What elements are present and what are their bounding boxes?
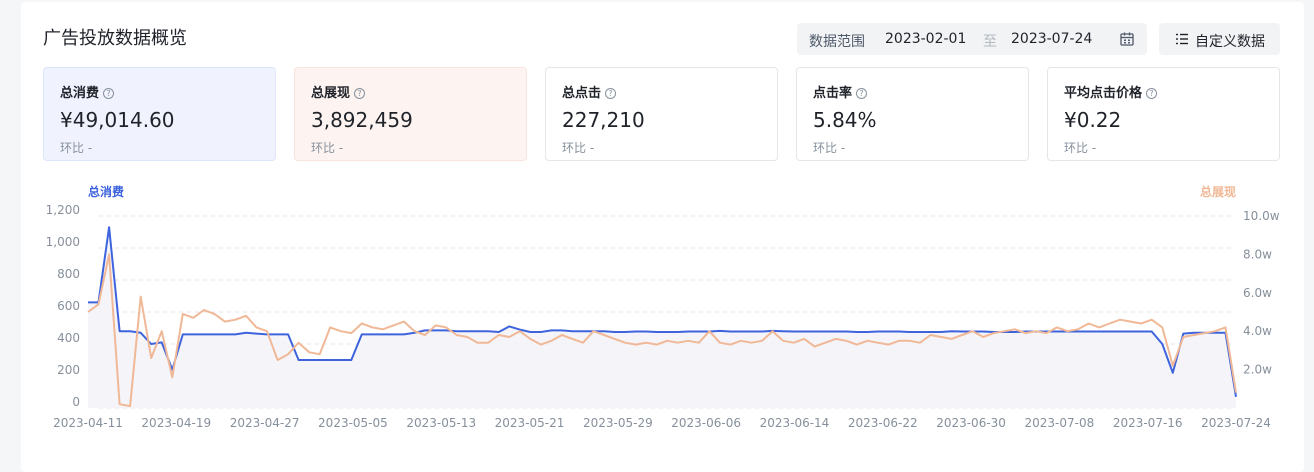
x-tick-label: 2023-07-08: [1025, 416, 1095, 430]
y-left-tick-label: 400: [57, 331, 80, 345]
y-left-tick-label: 1,000: [46, 235, 80, 249]
x-tick-label: 2023-06-30: [936, 416, 1006, 430]
y-left-tick-label: 200: [57, 363, 80, 377]
x-tick-label: 2023-05-29: [583, 416, 653, 430]
x-tick-label: 2023-05-13: [406, 416, 476, 430]
legend-impressions: 总展现: [1200, 184, 1236, 199]
x-tick-label: 2023-05-05: [318, 416, 388, 430]
x-tick-label: 2023-06-22: [848, 416, 918, 430]
x-tick-label: 2023-04-19: [141, 416, 211, 430]
x-tick-label: 2023-07-24: [1201, 416, 1271, 430]
y-right-tick-label: 8.0w: [1243, 247, 1272, 261]
y-right-tick-label: 4.0w: [1243, 324, 1272, 338]
y-left-tick-label: 800: [57, 267, 80, 281]
y-left-tick-label: 0: [72, 395, 80, 409]
x-tick-label: 2023-06-14: [760, 416, 830, 430]
x-tick-label: 2023-04-11: [53, 416, 123, 430]
x-tick-label: 2023-05-21: [495, 416, 565, 430]
x-tick-label: 2023-06-06: [671, 416, 741, 430]
trend-chart[interactable]: 1,200 1,000 800 600 400 200 0 10.0w 8.0w 6.0w 4.0w…: [0, 0, 1314, 472]
y-right-tick-label: 10.0w: [1243, 209, 1280, 223]
x-tick-label: 2023-04-27: [230, 416, 300, 430]
y-left-tick-label: 1,200: [46, 203, 80, 217]
y-right-tick-label: 6.0w: [1243, 286, 1272, 300]
x-tick-label: 2023-07-16: [1113, 416, 1183, 430]
y-right-tick-label: 2.0w: [1243, 363, 1272, 377]
series-area-spend: [88, 227, 1236, 408]
legend-spend: 总消费: [88, 184, 124, 199]
y-left-tick-label: 600: [57, 299, 80, 313]
